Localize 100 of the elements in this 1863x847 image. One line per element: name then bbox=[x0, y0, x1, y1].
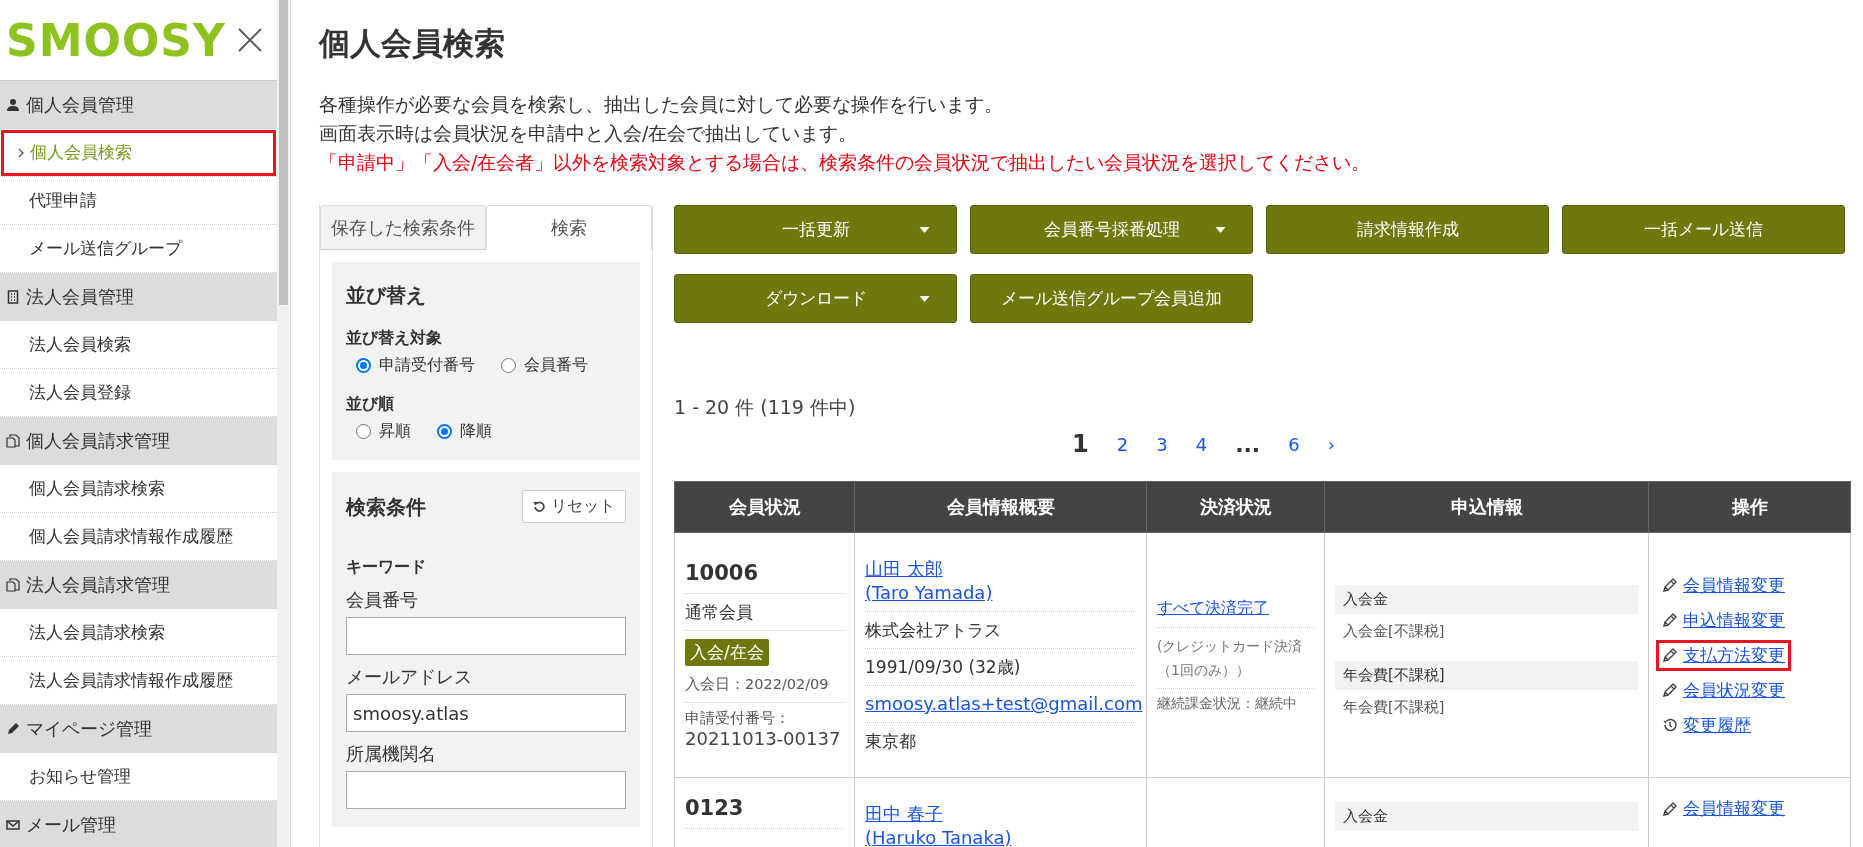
section-label: 個人会員管理 bbox=[26, 94, 134, 117]
section-label: 法人会員請求管理 bbox=[26, 574, 170, 597]
panel-tab[interactable]: 保存した検索条件 bbox=[320, 205, 486, 250]
member-number: 0123 bbox=[685, 796, 844, 829]
history-icon bbox=[1662, 717, 1678, 733]
field-label: 所属機関名 bbox=[346, 742, 437, 766]
mail-icon bbox=[6, 818, 20, 832]
action-button[interactable]: 会員番号採番処理 bbox=[970, 205, 1253, 254]
close-icon[interactable] bbox=[237, 27, 263, 53]
building-icon bbox=[6, 290, 20, 304]
document-icon bbox=[6, 578, 20, 592]
section-heading: 並び替え bbox=[346, 282, 427, 309]
email-link[interactable]: smoosy.atlas+test@gmail.com bbox=[865, 693, 1143, 714]
operation-link[interactable]: 申込情報変更 bbox=[1659, 607, 1788, 633]
current-page: 1 bbox=[1072, 430, 1089, 458]
member-name-link[interactable]: 田中 春子 bbox=[865, 803, 943, 824]
field-label: 並び順 bbox=[346, 394, 395, 415]
pencil-icon bbox=[1662, 682, 1678, 698]
pencil-icon bbox=[1662, 647, 1678, 663]
fee-heading: 入会金 bbox=[1335, 585, 1638, 614]
operation-link[interactable]: 変更履歴 bbox=[1659, 712, 1754, 738]
pencil-icon bbox=[1662, 800, 1678, 817]
action-button[interactable]: メール送信グループ会員追加 bbox=[970, 274, 1253, 323]
member-type: 通常会員 bbox=[685, 594, 844, 631]
join-date: 入会日：2022/02/09 bbox=[685, 666, 844, 703]
member-name-link[interactable]: (Taro Yamada) bbox=[865, 582, 993, 603]
birth-date: 1991/09/30 (32歳) bbox=[865, 649, 1136, 686]
field-label: 会員番号 bbox=[346, 588, 419, 612]
input-field[interactable]: smoosy.atlas bbox=[346, 694, 626, 732]
company-name: 株式会社アトラス bbox=[865, 612, 1136, 649]
person-icon bbox=[6, 98, 20, 112]
member-name-link[interactable]: 山田 太郎 bbox=[865, 558, 943, 579]
action-button[interactable]: 一括メール送信 bbox=[1562, 205, 1845, 254]
payment-status-link[interactable]: すべて決済完了 bbox=[1157, 598, 1269, 617]
section-label: 法人会員管理 bbox=[26, 286, 134, 309]
sidebar-item[interactable]: 個人会員検索 bbox=[0, 129, 277, 177]
fee-item: 入会金[不課税] bbox=[1342, 622, 1446, 641]
section-heading: 検索条件 bbox=[346, 493, 426, 521]
fee-heading: 年会費[不課税] bbox=[1335, 661, 1638, 690]
field-label: メールアドレス bbox=[346, 665, 473, 689]
pen-icon bbox=[6, 722, 20, 736]
payment-method: (クレジットカード決済（1回のみ）） bbox=[1157, 627, 1314, 689]
chevron-icon bbox=[18, 147, 24, 158]
pencil-icon bbox=[1662, 612, 1678, 628]
sidebar-section[interactable]: 個人会員請求管理 bbox=[0, 417, 277, 465]
description-text: 「申請中」「入会/在会者」以外を検索対象とする場合は、検索条件の会員状況で抽出したい会員状況を選択してください。 bbox=[319, 150, 1372, 175]
section-label: 個人会員請求管理 bbox=[26, 430, 170, 453]
operation-link[interactable]: 支払方法変更 bbox=[1659, 642, 1788, 668]
caret-icon bbox=[919, 296, 930, 302]
page-link[interactable]: 2 bbox=[1116, 433, 1129, 455]
pencil-icon bbox=[1662, 577, 1678, 593]
status-badge: 入会/在会 bbox=[685, 639, 769, 666]
fee-heading: 入会金 bbox=[1335, 802, 1638, 831]
input-field[interactable] bbox=[346, 617, 626, 655]
field-label: キーワード bbox=[346, 557, 427, 578]
section-label: マイページ管理 bbox=[26, 718, 152, 741]
reset-icon bbox=[533, 500, 546, 513]
action-button[interactable]: 請求情報作成 bbox=[1266, 205, 1549, 254]
field-label: 並び替え対象 bbox=[346, 328, 443, 349]
sidebar-section[interactable]: 法人会員管理 bbox=[0, 273, 277, 321]
section-label: メール管理 bbox=[26, 814, 116, 837]
panel-tab[interactable]: 検索 bbox=[486, 205, 652, 250]
document-icon bbox=[6, 434, 20, 448]
page-ellipsis: ... bbox=[1235, 431, 1261, 457]
sidebar-section[interactable]: 個人会員管理 bbox=[0, 81, 277, 129]
member-name-link[interactable]: (Haruko Tanaka) bbox=[865, 827, 1012, 847]
page-link[interactable]: 3 bbox=[1156, 433, 1168, 455]
reset-button[interactable]: リセット bbox=[522, 490, 626, 523]
column-header: 会員情報概要 bbox=[854, 481, 1147, 533]
radio-option[interactable]: 昇順 bbox=[356, 421, 411, 442]
action-button[interactable]: 一括更新 bbox=[674, 205, 957, 254]
column-header: 申込情報 bbox=[1324, 481, 1649, 533]
next-page-link[interactable]: › bbox=[1327, 433, 1335, 455]
logo: SMOOSY bbox=[6, 14, 226, 66]
sidebar-section[interactable]: 法人会員請求管理 bbox=[0, 561, 277, 609]
application-number: 20211013-00137 bbox=[685, 728, 842, 749]
column-header: 操作 bbox=[1648, 481, 1851, 533]
result-count: 1 - 20 件 (119 件中) bbox=[674, 395, 857, 419]
scrollbar[interactable] bbox=[277, 0, 291, 847]
application-label: 申請受付番号： bbox=[685, 709, 791, 728]
operation-link[interactable]: 会員情報変更 bbox=[1659, 572, 1788, 598]
radio-option[interactable]: 申請受付番号 bbox=[356, 355, 475, 376]
fee-item: 年会費[不課税] bbox=[1342, 698, 1446, 717]
page-link[interactable]: 6 bbox=[1288, 433, 1300, 455]
caret-icon bbox=[1215, 227, 1226, 233]
column-header: 会員状況 bbox=[674, 481, 855, 533]
radio-option[interactable]: 会員番号 bbox=[501, 355, 588, 376]
member-number: 10006 bbox=[685, 561, 844, 594]
sidebar-section[interactable]: メール管理 bbox=[0, 801, 277, 847]
radio-option[interactable]: 降順 bbox=[437, 421, 492, 442]
column-header: 決済状況 bbox=[1146, 481, 1325, 533]
caret-icon bbox=[919, 227, 930, 233]
action-button[interactable]: ダウンロード bbox=[674, 274, 957, 323]
page-title: 個人会員検索 bbox=[319, 24, 506, 63]
description-text: 画面表示時は会員状況を申請中と入会/在会で抽出しています。 bbox=[319, 121, 859, 146]
page-link[interactable]: 4 bbox=[1195, 433, 1208, 455]
input-field[interactable] bbox=[346, 771, 626, 809]
sidebar-section[interactable]: マイページ管理 bbox=[0, 705, 277, 753]
operation-link[interactable]: 会員状況変更 bbox=[1659, 677, 1788, 703]
description-text: 各種操作が必要な会員を検索し、抽出した会員に対して必要な操作を行います。 bbox=[319, 92, 1004, 117]
